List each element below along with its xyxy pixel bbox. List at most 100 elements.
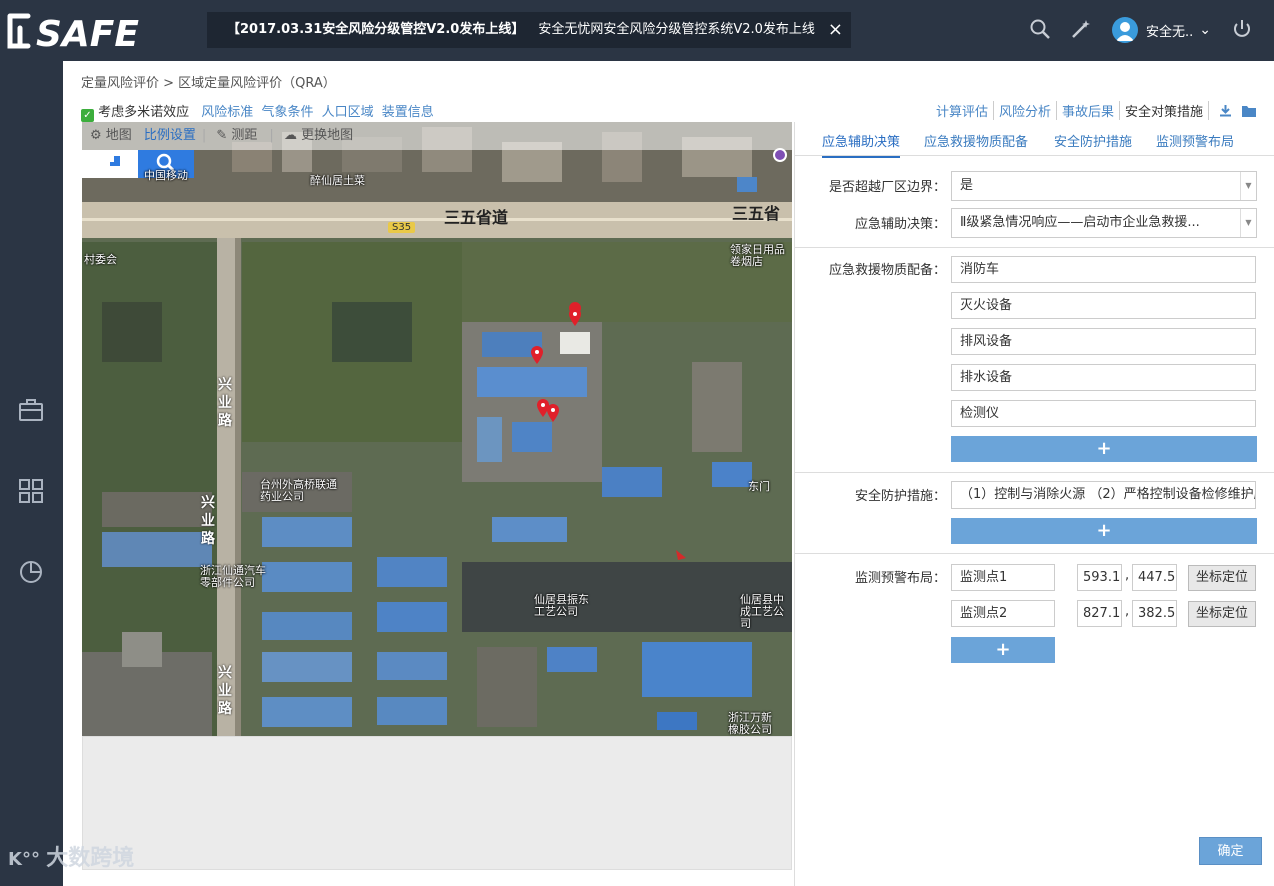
road-label-s35-2: 三五省 — [732, 204, 781, 223]
materials-label: 应急救援物质配备： — [828, 263, 946, 278]
monitor-x-1[interactable]: 593.1 — [1077, 564, 1122, 591]
monitor-y-1[interactable]: 447.5 — [1132, 564, 1177, 591]
chevron-down-icon: ▼ — [1240, 209, 1256, 237]
notice-text: 安全无忧网安全风险分级管控系统V2.0发布上线 — [538, 22, 815, 37]
material-input-1[interactable]: 消防车 — [951, 256, 1256, 283]
divider — [795, 553, 1274, 554]
poi-wanxin-rubber: 浙江万新橡胶公司 — [728, 711, 772, 736]
satellite-map[interactable]: ⚙ 地图 比例设置 | ✎ 测距 | ☁ 更换地图 三五省道 三五省 S35 兴业路 … — [82, 122, 792, 736]
map-separator-2: | — [269, 128, 274, 143]
notice-banner[interactable]: 【2017.03.31安全风险分级管控V2.0发布上线】 安全无忧网安全风险分级管… — [207, 12, 851, 48]
population-link[interactable]: 人口区域 — [322, 105, 374, 120]
map-imagery — [82, 122, 792, 736]
download-icon[interactable] — [1219, 104, 1232, 117]
road-label-xingye-3: 兴业路 — [218, 665, 232, 717]
map-tool-scale[interactable]: 比例设置 — [144, 128, 196, 143]
options-bar: ✓ 考虑多米诺效应 风险标准 气象条件 人口区域 装置信息 — [81, 101, 434, 122]
map-tool-map[interactable]: ⚙ 地图 — [90, 128, 138, 143]
map-locate-control[interactable] — [82, 150, 138, 178]
add-monitor-button[interactable]: + — [951, 637, 1055, 663]
magic-wand-icon[interactable] — [1070, 18, 1092, 40]
monitor-name-1[interactable]: 监测点1 — [951, 564, 1055, 591]
road-label-s35: 三五省道 — [444, 208, 509, 227]
poi-zuixianju: 醉仙居土菜 — [310, 174, 365, 187]
comma-separator: , — [1125, 604, 1130, 619]
divider — [795, 472, 1274, 473]
locate-button-2[interactable]: 坐标定位 — [1188, 601, 1256, 627]
poi-china-mobile: 中国移动 — [144, 169, 188, 182]
pie-chart-icon[interactable] — [18, 559, 44, 585]
close-icon[interactable]: × — [828, 12, 843, 48]
monitor-y-2[interactable]: 382.5 — [1132, 600, 1177, 627]
confirm-button[interactable]: 确定 — [1199, 837, 1262, 865]
power-icon[interactable] — [1231, 18, 1253, 40]
search-icon[interactable] — [1029, 18, 1051, 40]
divider — [795, 247, 1274, 248]
decision-label: 应急辅助决策： — [854, 217, 946, 232]
material-input-3[interactable]: 排风设备 — [951, 328, 1256, 355]
dashboard-grid-icon[interactable] — [18, 478, 44, 504]
main-content: 定量风险评价 > 区域定量风险评价（QRA） ✓ 考虑多米诺效应 风险标准 气象… — [63, 61, 1274, 886]
locate-button-1[interactable]: 坐标定位 — [1188, 565, 1256, 591]
poi-lingjia-store: 领家日用品卷烟店 — [730, 243, 785, 268]
calc-assess-link[interactable]: 计算评估 — [931, 101, 994, 120]
chevron-down-icon: ▼ — [1240, 172, 1256, 200]
cross-boundary-value: 是 — [960, 178, 974, 193]
decision-value: Ⅱ级紧急情况响应——启动市企业急救援... — [960, 215, 1200, 230]
map-footer-area — [82, 736, 792, 870]
cross-boundary-label: 是否超越厂区边界： — [828, 180, 946, 195]
user-name: 安全无.. — [1146, 24, 1194, 40]
tab-emergency-decision[interactable]: 应急辅助决策 — [822, 131, 901, 158]
add-material-button[interactable]: + — [951, 436, 1257, 462]
folder-icon[interactable] — [1242, 105, 1256, 117]
domino-label: 考虑多米诺效应 — [98, 105, 190, 120]
safety-measures-link[interactable]: 安全对策措施 — [1120, 101, 1209, 120]
tab-monitor-layout[interactable]: 监测预警布局 — [1156, 131, 1234, 150]
risk-standard-link[interactable]: 风险标准 — [201, 105, 253, 120]
poi-east-gate: 东门 — [748, 480, 770, 493]
poi-zhongcheng-craft: 仙居县中成工艺公司 — [740, 593, 784, 630]
comma-separator: , — [1125, 568, 1130, 583]
material-input-5[interactable]: 检测仪 — [951, 400, 1256, 427]
top-bar: SAFE 【2017.03.31安全风险分级管控V2.0发布上线】 安全无忧网安全… — [0, 0, 1274, 61]
map-separator: | — [201, 128, 207, 143]
decision-select[interactable]: Ⅱ级紧急情况响应——启动市企业急救援... ▼ — [951, 208, 1257, 238]
tab-rescue-materials[interactable]: 应急救援物质配备 — [924, 131, 1028, 150]
user-menu[interactable]: 安全无.. ⌄ — [1112, 16, 1211, 44]
sidebar — [0, 61, 63, 886]
logo-text: SAFE — [36, 14, 139, 54]
road-code-badge: S35 — [388, 222, 416, 233]
app-logo[interactable]: SAFE — [6, 8, 192, 54]
accident-consequence-link[interactable]: 事故后果 — [1057, 101, 1120, 120]
risk-analysis-link[interactable]: 风险分析 — [994, 101, 1057, 120]
action-toolbar: 计算评估 风险分析 事故后果 安全对策措施 — [931, 101, 1256, 120]
watermark-logo: K°° — [8, 849, 47, 870]
map-tool-switch[interactable]: ☁ 更换地图 — [284, 128, 359, 143]
monitor-label: 监测预警布局： — [854, 571, 946, 586]
map-tool-measure[interactable]: ✎ 测距 — [216, 128, 263, 143]
watermark: K°° 大数跨境 — [8, 840, 134, 872]
monitor-x-2[interactable]: 827.1 — [1077, 600, 1122, 627]
poi-taizhou-pharma: 台州外高桥联通药业公司 — [260, 478, 337, 503]
briefcase-icon[interactable] — [18, 397, 44, 423]
breadcrumb: 定量风险评价 > 区域定量风险评价（QRA） — [81, 76, 336, 91]
cross-boundary-select[interactable]: 是 ▼ — [951, 171, 1257, 201]
domino-checkbox[interactable]: ✓ — [81, 109, 94, 122]
add-protection-button[interactable]: + — [951, 518, 1257, 544]
weather-link[interactable]: 气象条件 — [261, 105, 313, 120]
watermark-text: 大数跨境 — [46, 846, 135, 871]
material-input-4[interactable]: 排水设备 — [951, 364, 1256, 391]
poi-village-committee: 村委会 — [84, 253, 117, 266]
poi-zhendong-craft: 仙居县振东工艺公司 — [534, 593, 589, 618]
protection-input[interactable]: （1）控制与消除火源 （2）严格控制设备检修维护肌 — [951, 481, 1256, 509]
avatar — [1112, 17, 1138, 43]
device-info-link[interactable]: 装置信息 — [382, 105, 434, 120]
chevron-down-icon: ⌄ — [1199, 22, 1211, 38]
notice-highlight: 【2017.03.31安全风险分级管控V2.0发布上线】 — [227, 22, 525, 37]
poi-xiantong-auto: 浙江仙通汽车零部件公司 — [200, 564, 266, 589]
material-input-2[interactable]: 灭火设备 — [951, 292, 1256, 319]
monitor-name-2[interactable]: 监测点2 — [951, 600, 1055, 627]
panel-tabs: 应急辅助决策 应急救援物质配备 安全防护措施 监测预警布局 — [795, 122, 1274, 158]
road-label-xingye-2: 兴业路 — [201, 495, 215, 547]
tab-safety-protection[interactable]: 安全防护措施 — [1054, 131, 1132, 150]
